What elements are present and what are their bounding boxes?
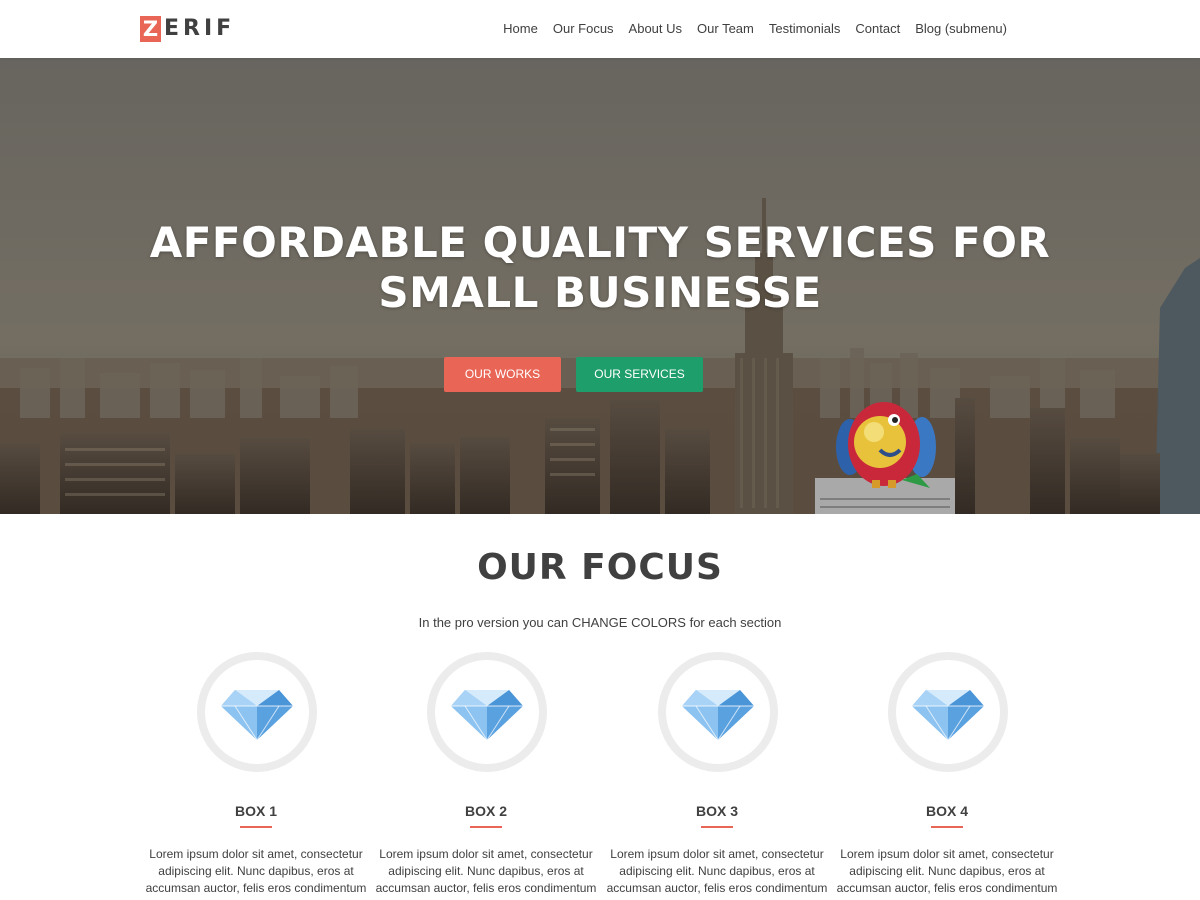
focus-box-title: BOX 3 [695,803,738,819]
focus-box-icon-circle[interactable] [658,652,778,772]
parrot-mascot-image [836,402,936,488]
hero-title-line-2: SMALL BUSINESSE [378,268,822,317]
focus-box-text: Lorem ipsum dolor sit amet, consectetur … [375,847,597,895]
main-nav: Home Our Focus About Us Our Team Testimo… [503,20,1007,38]
nav-blog[interactable]: Blog (submenu) [915,20,1007,38]
focus-box-text: Lorem ipsum dolor sit amet, consectetur … [145,847,367,895]
focus-box-title: BOX 4 [925,803,968,819]
nav-about-us[interactable]: About Us [629,20,682,38]
diamond-icon [221,690,293,740]
logo-text: ERIF [164,16,236,41]
focus-box-title: BOX 1 [234,803,277,819]
nav-our-team[interactable]: Our Team [697,20,754,38]
logo-mark: Z [140,16,161,42]
focus-box-text: Lorem ipsum dolor sit amet, consectetur … [836,847,1058,895]
site-logo[interactable]: Z ERIF [140,16,235,42]
focus-box-icon-circle[interactable] [888,652,1008,772]
focus-box-divider [470,826,502,828]
our-works-button[interactable]: OUR WORKS [444,357,561,392]
diamond-icon [912,690,984,740]
our-services-button[interactable]: OUR SERVICES [576,357,703,392]
focus-section-title: OUR FOCUS [477,547,723,588]
focus-box-divider [931,826,963,828]
focus-box-divider [240,826,272,828]
site-header: Z ERIF Home Our Focus About Us Our Team … [0,0,1200,58]
diamond-icon [451,690,523,740]
hero-title-line-1: AFFORDABLE QUALITY SERVICES FOR [149,218,1051,267]
focus-box-title: BOX 2 [464,803,507,819]
focus-box-icon-circle[interactable] [427,652,547,772]
hero-section: AFFORDABLE QUALITY SERVICES FOR SMALL BU… [0,58,1200,514]
diamond-icon [682,690,754,740]
focus-box-divider [701,826,733,828]
nav-contact[interactable]: Contact [855,20,900,38]
nav-home[interactable]: Home [503,20,538,38]
nav-our-focus[interactable]: Our Focus [553,20,614,38]
focus-box-text: Lorem ipsum dolor sit amet, consectetur … [606,847,828,895]
focus-section-subtitle: In the pro version you can CHANGE COLORS… [418,615,782,630]
nav-testimonials[interactable]: Testimonials [769,20,841,38]
focus-box-icon-circle[interactable] [197,652,317,772]
hero-title: AFFORDABLE QUALITY SERVICES FOR SMALL BU… [0,218,1200,318]
